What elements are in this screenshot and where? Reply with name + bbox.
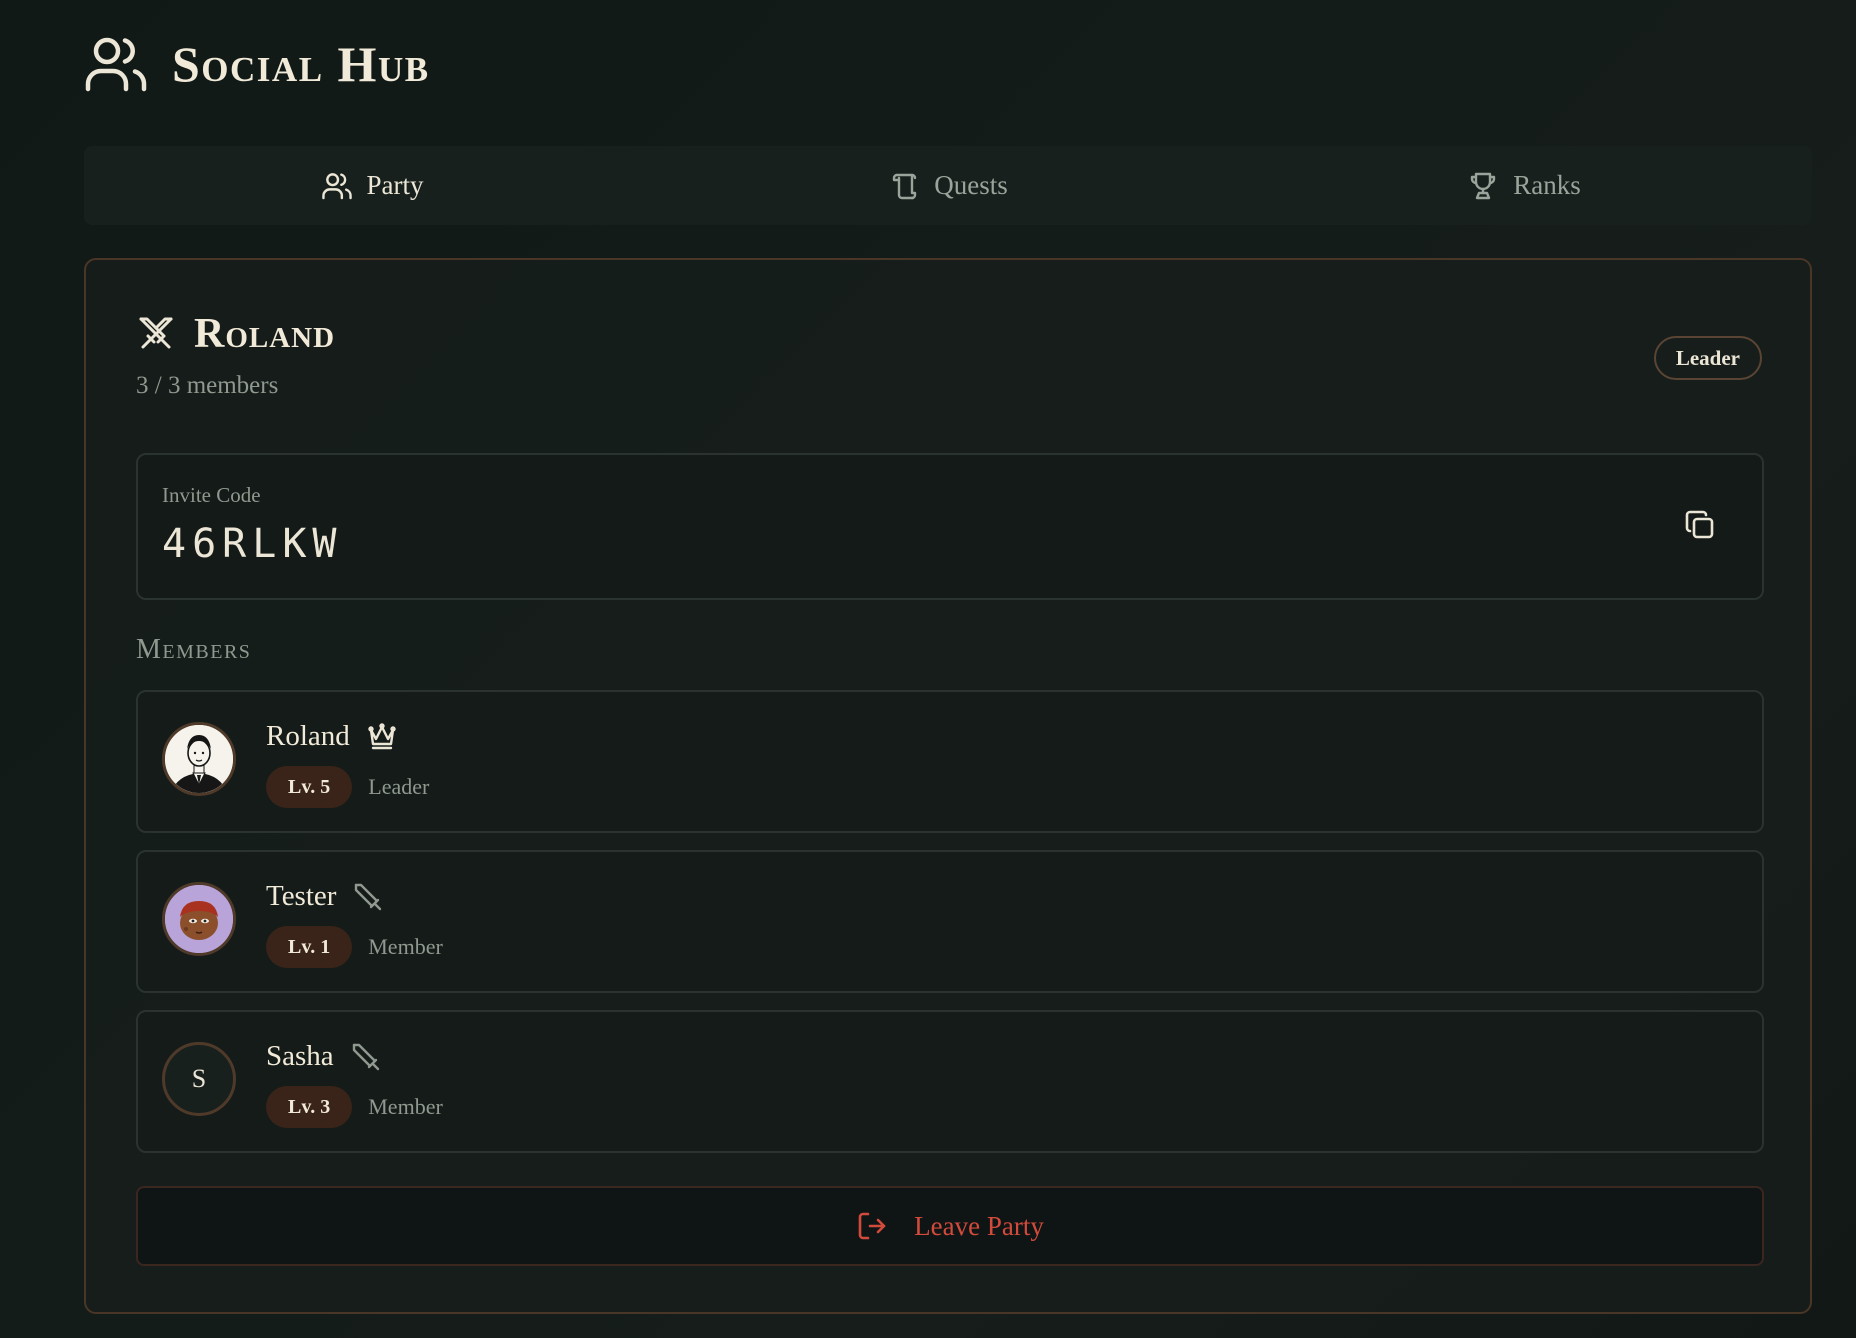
trophy-icon [1467, 170, 1499, 202]
leave-party-button[interactable]: Leave Party [136, 1186, 1764, 1266]
tab-label: Ranks [1513, 170, 1581, 200]
party-heading: Roland [136, 310, 335, 358]
member-meta: Lv. 5 Leader [266, 766, 429, 808]
page-header: Social Hub [84, 34, 430, 94]
level-badge: Lv. 1 [266, 926, 353, 968]
level-badge: Lv. 3 [266, 1086, 353, 1128]
member-role: Member [368, 1094, 443, 1119]
tab-ranks[interactable]: Ranks [1236, 146, 1812, 225]
member-name-row: Roland [266, 720, 398, 753]
sword-icon [352, 881, 384, 913]
copy-invite-button[interactable] [1682, 509, 1718, 545]
users-icon [321, 170, 353, 202]
member-card-roland[interactable]: Roland Lv. 5 Leader [136, 690, 1764, 833]
member-name: Tester [266, 880, 337, 912]
tab-party[interactable]: Party [84, 146, 660, 225]
member-name: Roland [266, 720, 350, 752]
member-meta: Lv. 1 Member [266, 926, 443, 968]
tab-quests[interactable]: Quests [660, 146, 1236, 225]
tab-label: Party [366, 170, 424, 200]
invite-code-label: Invite Code [162, 483, 261, 507]
party-card: Roland 3 / 3 members Leader Invite Code … [84, 258, 1812, 1314]
copy-icon [1684, 509, 1716, 545]
members-section-title: Members [136, 634, 252, 665]
users-icon [84, 32, 148, 96]
member-role: Leader [368, 774, 430, 799]
avatar [162, 882, 236, 956]
tab-label: Quests [934, 170, 1008, 200]
level-badge: Lv. 5 [266, 766, 353, 808]
party-name: Roland [194, 311, 336, 357]
sword-icon [350, 1041, 382, 1073]
member-meta: Lv. 3 Member [266, 1086, 443, 1128]
leave-party-label: Leave Party [914, 1210, 1044, 1241]
avatar [162, 722, 236, 796]
log-out-icon [856, 1210, 888, 1242]
leader-badge: Leader [1653, 336, 1762, 380]
page-title: Social Hub [172, 36, 430, 92]
scroll-icon [888, 170, 920, 202]
crossed-swords-icon [136, 314, 176, 354]
member-card-sasha[interactable]: S Sasha Lv. 3 Member [136, 1010, 1764, 1153]
member-role: Member [368, 934, 443, 959]
member-name: Sasha [266, 1040, 334, 1072]
party-member-count: 3 / 3 members [136, 372, 279, 399]
member-card-tester[interactable]: Tester Lv. 1 Member [136, 850, 1764, 993]
avatar: S [162, 1042, 236, 1116]
member-name-row: Tester [266, 880, 384, 913]
invite-code-box: Invite Code 46RLKW [136, 453, 1764, 600]
crown-icon [366, 721, 398, 753]
member-name-row: Sasha [266, 1040, 382, 1073]
invite-code-value: 46RLKW [162, 521, 343, 567]
tab-bar: Party Quests Ranks [84, 146, 1812, 225]
